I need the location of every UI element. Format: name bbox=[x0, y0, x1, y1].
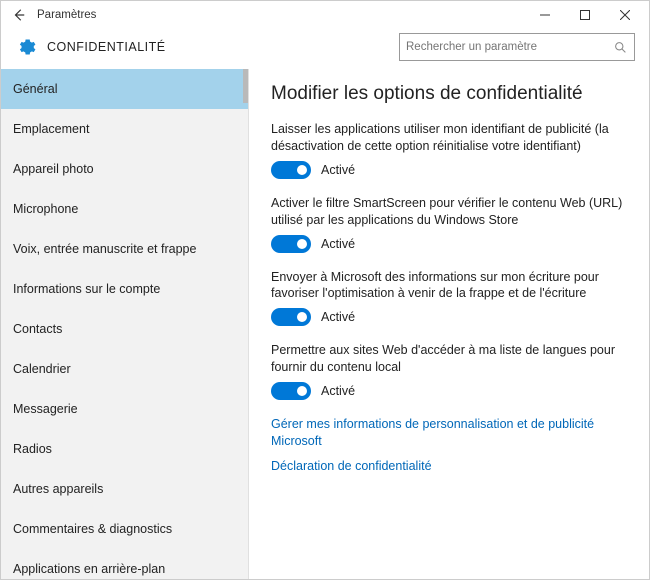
sidebar-item[interactable]: Informations sur le compte bbox=[1, 269, 248, 309]
toggle-knob bbox=[297, 312, 307, 322]
sidebar-item[interactable]: Appareil photo bbox=[1, 149, 248, 189]
sidebar-item[interactable]: Messagerie bbox=[1, 389, 248, 429]
minimize-button[interactable] bbox=[525, 1, 565, 29]
sidebar: Général Emplacement Appareil photo Micropho… bbox=[1, 69, 249, 579]
search-icon bbox=[612, 39, 628, 55]
option-description: Activer le filtre SmartScreen pour vérif… bbox=[271, 195, 629, 229]
toggle-state-label: Activé bbox=[321, 237, 355, 251]
sidebar-item[interactable]: Radios bbox=[1, 429, 248, 469]
option-description: Permettre aux sites Web d'accéder à ma l… bbox=[271, 342, 629, 376]
sidebar-item-label: Microphone bbox=[13, 202, 78, 216]
toggle-knob bbox=[297, 165, 307, 175]
sidebar-item[interactable]: Emplacement bbox=[1, 109, 248, 149]
link[interactable]: Déclaration de confidentialité bbox=[271, 458, 629, 475]
window-buttons bbox=[525, 1, 645, 29]
privacy-option: Permettre aux sites Web d'accéder à ma l… bbox=[271, 342, 629, 400]
toggle-switch[interactable] bbox=[271, 308, 311, 326]
sidebar-item[interactable]: Voix, entrée manuscrite et frappe bbox=[1, 229, 248, 269]
toggle-state-label: Activé bbox=[321, 384, 355, 398]
sidebar-scrollbar[interactable] bbox=[243, 69, 248, 579]
body: Général Emplacement Appareil photo Micropho… bbox=[1, 69, 649, 579]
window-title: Paramètres bbox=[33, 9, 525, 21]
sidebar-item-label: Général bbox=[13, 82, 57, 96]
close-button[interactable] bbox=[605, 1, 645, 29]
sidebar-item-label: Contacts bbox=[13, 322, 62, 336]
sidebar-item[interactable]: Applications en arrière-plan bbox=[1, 549, 248, 579]
search-input[interactable] bbox=[406, 41, 612, 53]
toggle-knob bbox=[297, 386, 307, 396]
sidebar-item[interactable]: Autres appareils bbox=[1, 469, 248, 509]
content: Modifier les options de confidentialité … bbox=[249, 69, 649, 579]
sidebar-item[interactable]: Microphone bbox=[1, 189, 248, 229]
sidebar-item-label: Calendrier bbox=[13, 362, 71, 376]
sidebar-item-label: Radios bbox=[13, 442, 52, 456]
toggle-state-label: Activé bbox=[321, 310, 355, 324]
privacy-option: Laisser les applications utiliser mon id… bbox=[271, 121, 629, 179]
content-heading: Modifier les options de confidentialité bbox=[271, 83, 629, 105]
maximize-button[interactable] bbox=[565, 1, 605, 29]
option-description: Laisser les applications utiliser mon id… bbox=[271, 121, 629, 155]
sidebar-item[interactable]: Contacts bbox=[1, 309, 248, 349]
toggle-switch[interactable] bbox=[271, 161, 311, 179]
sidebar-item-label: Voix, entrée manuscrite et frappe bbox=[13, 242, 196, 256]
minimize-icon bbox=[540, 10, 550, 20]
privacy-option: Activer le filtre SmartScreen pour vérif… bbox=[271, 195, 629, 253]
sidebar-item-label: Commentaires & diagnostics bbox=[13, 522, 172, 536]
page-title: CONFIDENTIALITÉ bbox=[47, 40, 166, 54]
privacy-option: Envoyer à Microsoft des informations sur… bbox=[271, 269, 629, 327]
sidebar-item-label: Appareil photo bbox=[13, 162, 94, 176]
header: CONFIDENTIALITÉ bbox=[1, 29, 649, 69]
titlebar: Paramètres bbox=[1, 1, 649, 29]
window: Paramètres CONFIDENTIALITÉ bbox=[0, 0, 650, 580]
sidebar-item-label: Applications en arrière-plan bbox=[13, 562, 165, 576]
back-button[interactable] bbox=[5, 1, 33, 29]
sidebar-item-label: Autres appareils bbox=[13, 482, 103, 496]
sidebar-item-label: Informations sur le compte bbox=[13, 282, 160, 296]
sidebar-item-label: Messagerie bbox=[13, 402, 78, 416]
gear-icon bbox=[15, 36, 37, 58]
sidebar-item[interactable]: Calendrier bbox=[1, 349, 248, 389]
toggle-switch[interactable] bbox=[271, 382, 311, 400]
back-arrow-icon bbox=[12, 8, 26, 22]
toggle-state-label: Activé bbox=[321, 163, 355, 177]
toggle-switch[interactable] bbox=[271, 235, 311, 253]
link[interactable]: Gérer mes informations de personnalisati… bbox=[271, 416, 629, 450]
option-description: Envoyer à Microsoft des informations sur… bbox=[271, 269, 629, 303]
sidebar-item-label: Emplacement bbox=[13, 122, 89, 136]
sidebar-item[interactable]: Général bbox=[1, 69, 248, 109]
close-icon bbox=[620, 10, 630, 20]
sidebar-item[interactable]: Commentaires & diagnostics bbox=[1, 509, 248, 549]
toggle-knob bbox=[297, 239, 307, 249]
search-box[interactable] bbox=[399, 33, 635, 61]
sidebar-scroll-thumb[interactable] bbox=[243, 69, 248, 103]
maximize-icon bbox=[580, 10, 590, 20]
